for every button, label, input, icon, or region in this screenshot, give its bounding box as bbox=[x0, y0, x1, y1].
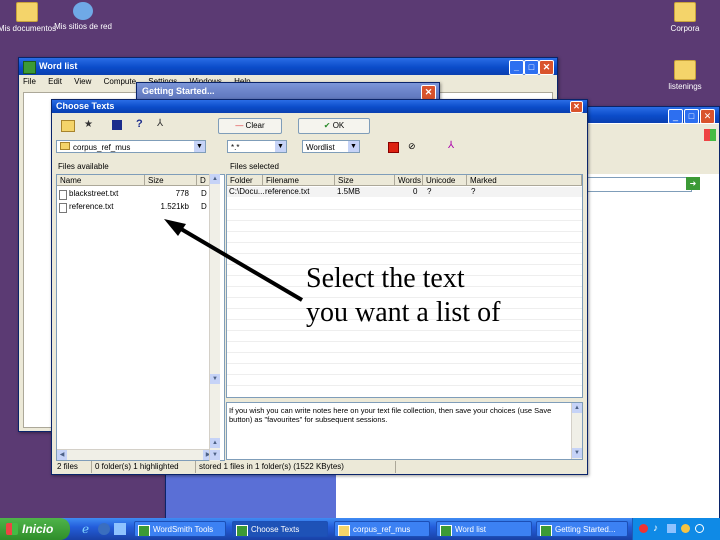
taskbar-item-wordsmith[interactable]: WordSmith Tools bbox=[134, 521, 226, 537]
quicklaunch-ie-icon[interactable]: ℯ bbox=[82, 523, 94, 535]
tray-clock-icon bbox=[695, 524, 704, 533]
folder-icon bbox=[338, 525, 350, 536]
system-tray: ♪ bbox=[632, 518, 720, 540]
taskbar-item-choose-texts[interactable]: Choose Texts bbox=[232, 521, 328, 537]
app-icon bbox=[236, 525, 248, 536]
tray-security-icon[interactable] bbox=[639, 524, 648, 533]
taskbar-item-label: corpus_ref_mus bbox=[353, 525, 411, 534]
taskbar-item-label: Getting Started... bbox=[555, 525, 616, 534]
taskbar-item-corpus-ref-mus[interactable]: corpus_ref_mus bbox=[334, 521, 430, 537]
taskbar-item-word-list[interactable]: Word list bbox=[436, 521, 532, 537]
start-button[interactable]: Inicio bbox=[0, 518, 70, 540]
taskbar-item-label: WordSmith Tools bbox=[153, 525, 214, 534]
tray-update-icon[interactable] bbox=[681, 524, 690, 533]
callout-text: Select the text you want a list of bbox=[306, 263, 501, 328]
taskbar: Inicio ℯ WordSmith Tools Choose Texts co… bbox=[0, 518, 720, 540]
tray-volume-icon[interactable]: ♪ bbox=[653, 523, 658, 534]
windows-logo-icon bbox=[6, 523, 18, 535]
app-icon bbox=[540, 525, 552, 536]
taskbar-item-label: Choose Texts bbox=[251, 525, 300, 534]
quicklaunch-media-icon[interactable] bbox=[98, 523, 110, 535]
taskbar-item-getting-started[interactable]: Getting Started... bbox=[536, 521, 628, 537]
quicklaunch-desktop-icon[interactable] bbox=[114, 523, 126, 535]
tray-network-icon[interactable] bbox=[667, 524, 676, 533]
start-label: Inicio bbox=[22, 522, 54, 536]
app-icon bbox=[138, 525, 150, 536]
app-icon bbox=[440, 525, 452, 536]
taskbar-item-label: Word list bbox=[455, 525, 486, 534]
